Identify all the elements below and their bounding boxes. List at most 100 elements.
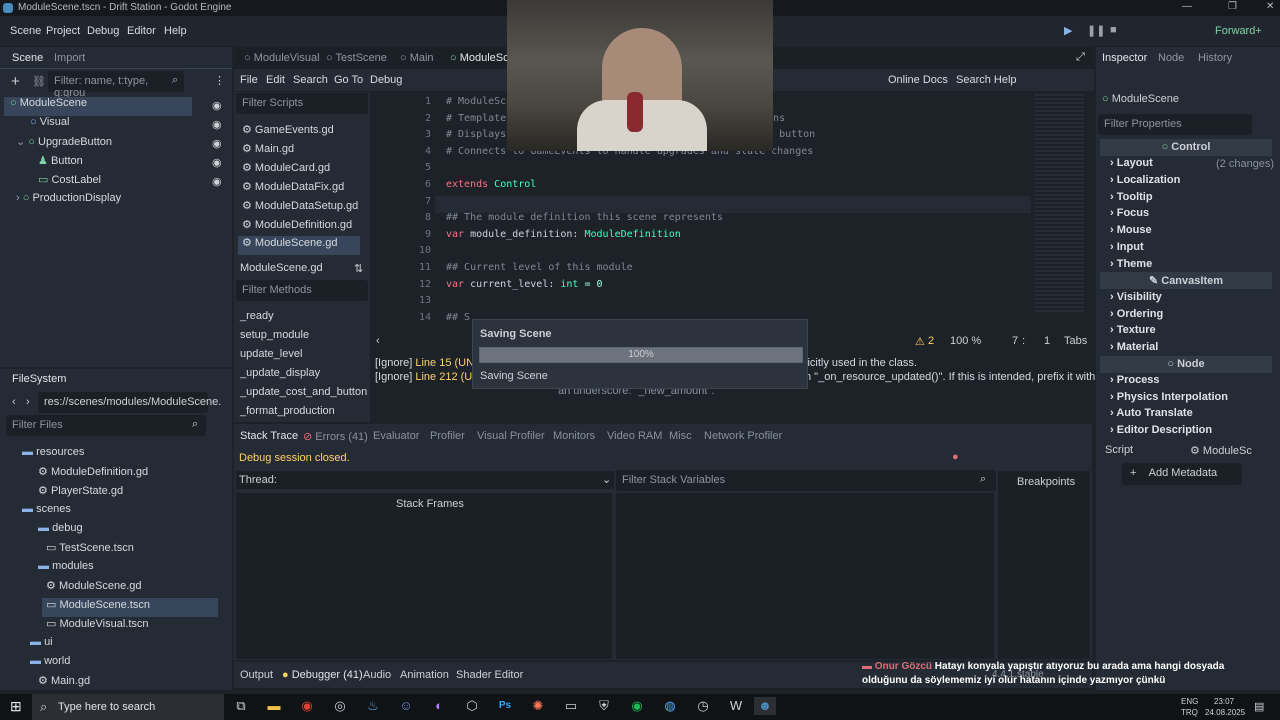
menu-debug[interactable]: Debug	[87, 25, 119, 37]
sort-icon[interactable]: ⇅	[354, 262, 363, 275]
clock-app-icon[interactable]: ◷	[692, 697, 714, 715]
taskbar-search[interactable]: ⌕ Type here to search	[32, 694, 224, 720]
section-focus[interactable]: › Focus	[1110, 207, 1149, 219]
script-menu-goto[interactable]: Go To	[334, 74, 363, 86]
script-item[interactable]: ⚙ ModuleDefinition.gd	[242, 218, 352, 237]
tree-item-visual[interactable]: ○ Visual	[30, 116, 69, 135]
collapse-icon[interactable]: ‹	[376, 335, 380, 347]
add-node-icon[interactable]: +	[11, 73, 20, 90]
link-icon[interactable]: ⛓	[32, 75, 46, 88]
tab-profiler[interactable]: Profiler	[430, 430, 465, 442]
tab-stack-trace[interactable]: Stack Trace	[240, 430, 298, 442]
method-item[interactable]: _update_display	[240, 367, 320, 386]
script-item[interactable]: ⚙ ModuleDataSetup.gd	[242, 199, 358, 218]
tab-video-ram[interactable]: Video RAM	[607, 430, 662, 442]
visibility-icon[interactable]: ◉	[212, 118, 222, 131]
section-texture[interactable]: › Texture	[1110, 324, 1156, 336]
method-item[interactable]: _update_cost_and_button	[240, 386, 367, 405]
distraction-free-icon[interactable]: ⤢	[1076, 51, 1085, 64]
file-item[interactable]: ⚙ ModuleDefinition.gd	[38, 465, 148, 484]
chrome-icon[interactable]: ◉	[296, 697, 318, 715]
more-icon[interactable]: ⋮	[214, 74, 225, 87]
tree-item-upgradebutton[interactable]: ⌄ ○ UpgradeButton	[16, 135, 112, 154]
menu-scene[interactable]: Scene	[10, 25, 41, 37]
file-item[interactable]: ⚙ ModuleScene.gd	[46, 579, 142, 598]
chevron-down-icon[interactable]: ⌄	[602, 473, 611, 486]
section-visibility[interactable]: › Visibility	[1110, 291, 1162, 303]
play-icon[interactable]: ▶	[1064, 24, 1072, 37]
tab-modulescene[interactable]: ○ ModuleSc	[450, 52, 509, 64]
filter-properties-input[interactable]: Filter Properties	[1098, 114, 1252, 135]
visibility-icon[interactable]: ◉	[212, 175, 222, 188]
record-icon[interactable]: ●	[952, 451, 959, 463]
script-menu-search[interactable]: Search	[293, 74, 328, 86]
tree-item-button[interactable]: ♟ Button	[38, 154, 83, 173]
folder-resources[interactable]: ▬ resources	[22, 446, 84, 465]
maximize-icon[interactable]: ❐	[1228, 1, 1237, 12]
method-item[interactable]: update_level	[240, 348, 302, 367]
method-item[interactable]: _format_production	[240, 405, 335, 424]
tab-audio[interactable]: Audio	[363, 669, 391, 681]
section-physics-interpolation[interactable]: › Physics Interpolation	[1110, 391, 1228, 403]
section-theme[interactable]: › Theme	[1110, 258, 1152, 270]
ignore-link[interactable]: [Ignore]	[375, 357, 412, 369]
section-process[interactable]: › Process	[1110, 374, 1160, 386]
folder-world[interactable]: ▬ world	[30, 655, 70, 674]
tab-scene[interactable]: Scene	[12, 52, 43, 64]
method-item[interactable]: _ready	[240, 310, 274, 329]
godot-taskbar-icon[interactable]: ☻	[754, 697, 776, 715]
section-material[interactable]: › Material	[1110, 341, 1158, 353]
app-icon[interactable]: W	[725, 697, 747, 715]
tray-lang-2[interactable]: TRQ	[1181, 708, 1198, 717]
steam-icon[interactable]: ♨	[362, 697, 384, 715]
app-icon[interactable]: ✺	[527, 697, 549, 715]
filter-files-input[interactable]: Filter Files	[6, 415, 206, 436]
tab-inspector[interactable]: Inspector	[1102, 52, 1147, 64]
folder-scenes[interactable]: ▬ scenes	[22, 503, 71, 522]
folder-modules[interactable]: ▬ modules	[38, 560, 94, 579]
section-localization[interactable]: › Localization	[1110, 174, 1180, 186]
visibility-icon[interactable]: ◉	[212, 99, 222, 112]
close-icon[interactable]: ✕	[1266, 1, 1274, 12]
menu-project[interactable]: Project	[46, 25, 80, 37]
menu-editor[interactable]: Editor	[127, 25, 156, 37]
script-item[interactable]: ⚙ ModuleCard.gd	[242, 161, 330, 180]
task-view-icon[interactable]: ⧉	[230, 697, 252, 715]
script-item[interactable]: ⚙ ModuleDataFix.gd	[242, 180, 344, 199]
visibility-icon[interactable]: ◉	[212, 156, 222, 169]
file-item[interactable]: ▭ TestScene.tscn	[46, 541, 134, 560]
ignore-link[interactable]: [Ignore]	[375, 371, 412, 383]
folder-ui[interactable]: ▬ ui	[30, 636, 53, 655]
spotify-icon[interactable]: ◉	[626, 697, 648, 715]
browser-icon[interactable]: ◎	[329, 697, 351, 715]
section-tooltip[interactable]: › Tooltip	[1110, 191, 1153, 203]
tab-errors[interactable]: ⊘ Errors (41)	[303, 430, 368, 443]
renderer-select[interactable]: Forward+	[1215, 25, 1262, 37]
script-value[interactable]: ⚙ ModuleSc	[1190, 444, 1252, 457]
tab-history[interactable]: History	[1198, 52, 1232, 64]
minimize-icon[interactable]: —	[1182, 1, 1192, 12]
tree-item-modulescene[interactable]: ○ ModuleScene	[4, 97, 192, 116]
tab-node[interactable]: Node	[1158, 52, 1184, 64]
add-metadata-button[interactable]: + Add Metadata	[1122, 463, 1242, 485]
method-item[interactable]: setup_module	[240, 329, 309, 348]
tab-network-profiler[interactable]: Network Profiler	[704, 430, 782, 442]
folder-debug[interactable]: ▬ debug	[38, 522, 83, 541]
terminal-icon[interactable]: ▭	[560, 697, 582, 715]
back-icon[interactable]: ‹	[12, 396, 16, 408]
script-item[interactable]: ⚙ Main.gd	[242, 142, 294, 161]
unity-icon[interactable]: ⬡	[461, 697, 483, 715]
photoshop-icon[interactable]: Ps	[494, 697, 516, 715]
tab-testscene[interactable]: ○ TestScene	[326, 52, 387, 64]
tab-animation[interactable]: Animation	[400, 669, 449, 681]
tab-misc[interactable]: Misc	[669, 430, 692, 442]
file-item-selected[interactable]: ▭ ModuleScene.tscn	[42, 598, 218, 617]
discord-icon[interactable]: ☺	[395, 697, 417, 715]
tab-output[interactable]: Output	[240, 669, 273, 681]
stop-icon[interactable]: ■	[1110, 24, 1117, 36]
indent-mode[interactable]: Tabs	[1064, 335, 1087, 347]
tab-shader-editor[interactable]: Shader Editor	[456, 669, 523, 681]
section-layout[interactable]: › Layout	[1110, 157, 1153, 169]
app-icon[interactable]: ◍	[659, 697, 681, 715]
tab-import[interactable]: Import	[54, 52, 85, 64]
